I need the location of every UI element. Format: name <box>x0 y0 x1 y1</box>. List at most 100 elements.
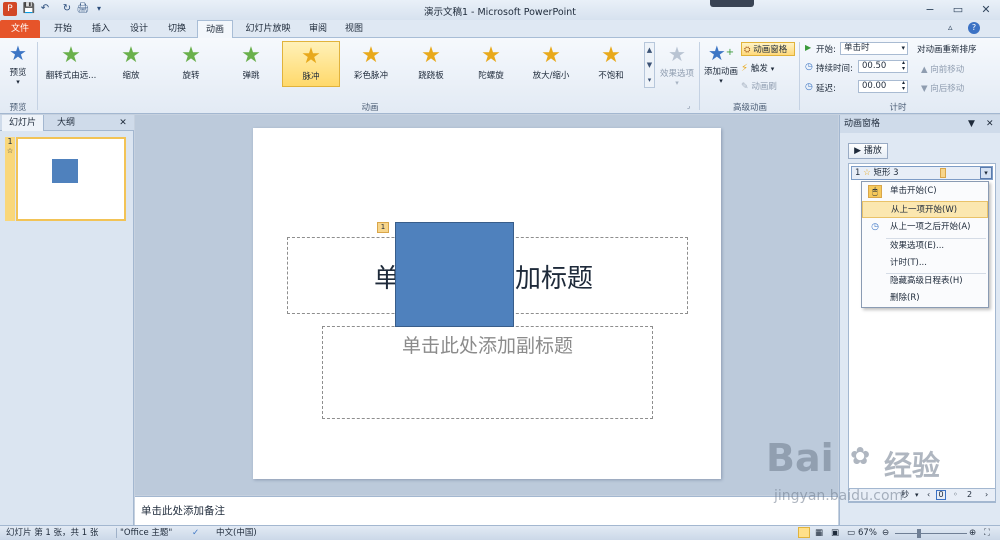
spinner-icon[interactable]: ▴ ▾ <box>902 60 905 72</box>
close-button[interactable]: ✕ <box>972 0 1000 20</box>
effect-options-button[interactable]: ★ 效果选项 ▾ <box>658 41 696 99</box>
animation-painter-button[interactable]: ✎ 动画刷 <box>741 80 795 94</box>
tab-outline[interactable]: 大纲 <box>46 115 86 131</box>
help-icon[interactable]: ? <box>968 22 980 34</box>
menu-item-label: 效果选项(E)... <box>890 241 945 251</box>
zoom-slider-thumb[interactable] <box>917 529 921 538</box>
animation-item-name: 矩形 3 <box>873 168 899 178</box>
dropdown-arrow-icon: ▾ <box>675 79 679 87</box>
close-pane-icon[interactable]: ✕ <box>986 115 994 133</box>
zoom-slider[interactable] <box>895 533 967 534</box>
tab-design[interactable]: 设计 <box>122 20 156 38</box>
spinner-icon[interactable]: ▴ ▾ <box>902 80 905 92</box>
minimize-ribbon-icon[interactable]: ▵ <box>948 23 953 33</box>
zoom-level[interactable]: 67% <box>858 526 877 540</box>
add-animation-button[interactable]: ★+ 添加动画 ▾ <box>703 41 739 99</box>
slide[interactable]: 单 加标题 单击此处添加副标题 1 <box>253 128 721 479</box>
minimize-button[interactable]: − <box>916 0 944 20</box>
effect-spin-gyro-button[interactable]: ★ 陀螺旋 <box>462 41 520 87</box>
notes-pane[interactable]: 单击此处添加备注 <box>135 496 838 525</box>
effect-spin-button[interactable]: ★ 旋转 <box>162 41 220 87</box>
fit-to-window-icon[interactable]: ⛶ <box>984 526 990 540</box>
menu-item-remove[interactable]: 删除(R) <box>862 290 988 307</box>
dialog-launcher-icon[interactable]: ⌟ <box>687 102 690 110</box>
effect-pulse-button[interactable]: ★ 脉冲 <box>282 41 340 87</box>
zoom-out-icon[interactable]: ⊖ <box>882 526 889 540</box>
group-label-advanced: 高级动画 <box>732 103 767 113</box>
tab-slideshow[interactable]: 幻灯片放映 <box>238 20 298 38</box>
move-later-button[interactable]: ▼ 向后移动 <box>921 82 964 94</box>
maximize-button[interactable]: ▭ <box>944 0 972 20</box>
menu-item-timing[interactable]: 计时(T)... <box>862 255 988 272</box>
effect-zoom-button[interactable]: ★ 缩放 <box>102 41 160 87</box>
menu-item-on-click[interactable]: 🖱 单击开始(C) <box>862 183 988 200</box>
delay-input[interactable]: 00.00 ▴ ▾ <box>858 80 908 93</box>
slide-number: 1 ☆ <box>5 137 15 221</box>
dropdown-arrow-icon: ▾ <box>901 44 905 52</box>
effect-flip-button[interactable]: ★ 翻转式由远... <box>42 41 100 87</box>
start-select[interactable]: 单击时 ▾ <box>840 42 908 55</box>
animation-pane-button[interactable]: ⛭ 动画窗格 <box>741 42 795 56</box>
group-separator <box>799 42 800 110</box>
menu-item-with-previous[interactable]: 从上一项开始(W) <box>862 201 988 218</box>
move-earlier-button[interactable]: ▲ 向前移动 <box>921 63 964 75</box>
menu-item-effect-options[interactable]: 效果选项(E)... <box>862 238 988 255</box>
baidu-watermark: Bai ✿ 经验 jingyan.baidu.com <box>764 436 994 516</box>
down-arrow-icon: ▼ <box>921 84 931 94</box>
duration-label: 持续时间: <box>816 64 853 74</box>
tab-file[interactable]: 文件 <box>0 20 40 38</box>
tab-slides[interactable]: 幻灯片 <box>2 115 44 131</box>
trigger-button[interactable]: ⚡ 触发 ▾ <box>741 62 795 76</box>
animation-order-tag: 1 <box>377 222 389 233</box>
theme-name[interactable]: "Office 主题" <box>120 526 172 540</box>
zoom-in-icon[interactable]: ⊕ <box>969 526 976 540</box>
slides-pane-tabs: 幻灯片 大纲 ✕ <box>0 115 134 131</box>
spellcheck-icon[interactable]: ✓ <box>192 526 199 540</box>
reading-view-icon[interactable]: ▣ <box>831 526 839 540</box>
tab-animations[interactable]: 动画 <box>197 20 233 39</box>
effect-grow-shrink-button[interactable]: ★ 放大/缩小 <box>522 41 580 87</box>
tab-transitions[interactable]: 切换 <box>160 20 194 38</box>
menu-item-after-previous[interactable]: ◷ 从上一项之后开始(A) <box>862 219 988 236</box>
menu-item-hide-timeline[interactable]: 隐藏高级日程表(H) <box>862 273 988 290</box>
delay-clock-icon: ◷ <box>805 82 813 92</box>
group-separator <box>37 42 38 110</box>
close-pane-icon[interactable]: ✕ <box>116 115 130 131</box>
effect-teeter-button[interactable]: ★ 跷跷板 <box>402 41 460 87</box>
play-button[interactable]: ▶ 播放 <box>848 143 888 159</box>
effect-bounce-button[interactable]: ★ 弹跳 <box>222 41 280 87</box>
slide-thumbnail[interactable] <box>16 137 126 221</box>
subtitle-placeholder[interactable]: 单击此处添加副标题 <box>322 326 653 419</box>
pane-menu-icon[interactable]: ▼ <box>968 115 975 133</box>
tab-view[interactable]: 视图 <box>338 20 370 38</box>
star-icon: ★ <box>481 43 501 68</box>
preview-star-icon: ★ <box>9 41 27 65</box>
delay-label: 延迟: <box>816 84 836 94</box>
slideshow-icon[interactable]: ▭ <box>847 526 855 540</box>
effect-color-pulse-button[interactable]: ★ 彩色脉冲 <box>342 41 400 87</box>
animation-pane-title: 动画窗格 <box>844 119 881 129</box>
start-play-icon: ▶ <box>805 43 812 52</box>
play-label: 播放 <box>863 146 882 156</box>
animation-item[interactable]: 1 ☆ 矩形 3 ▾ <box>851 166 993 180</box>
tab-home[interactable]: 开始 <box>46 20 80 38</box>
floating-toolbar-handle[interactable] <box>710 0 754 7</box>
effect-desaturate-button[interactable]: ★ 不饱和 <box>582 41 640 87</box>
blue-rectangle[interactable] <box>395 222 514 327</box>
star-icon: ★ <box>601 43 621 68</box>
tab-insert[interactable]: 插入 <box>84 20 118 38</box>
preview-button[interactable]: ★ 预览 ▾ <box>2 40 34 98</box>
item-dropdown-button[interactable]: ▾ <box>980 167 992 179</box>
normal-view-icon[interactable] <box>798 527 810 538</box>
watermark-brand2: 经验 <box>884 449 941 482</box>
gallery-scroll[interactable]: ▲ ▼ ▾ <box>644 42 655 88</box>
language[interactable]: 中文(中国) <box>216 526 257 540</box>
duration-input[interactable]: 00.50 ▴ ▾ <box>858 60 908 73</box>
tab-review[interactable]: 审阅 <box>302 20 334 38</box>
slide-sorter-icon[interactable]: ▦ <box>815 526 823 540</box>
start-value: 单击时 <box>844 43 870 53</box>
slides-pane: 幻灯片 大纲 ✕ 1 ☆ <box>0 115 134 525</box>
animation-item-number: 1 <box>855 168 861 178</box>
group-label-preview: 预览 <box>9 103 27 113</box>
star-icon: ★ <box>301 44 321 69</box>
